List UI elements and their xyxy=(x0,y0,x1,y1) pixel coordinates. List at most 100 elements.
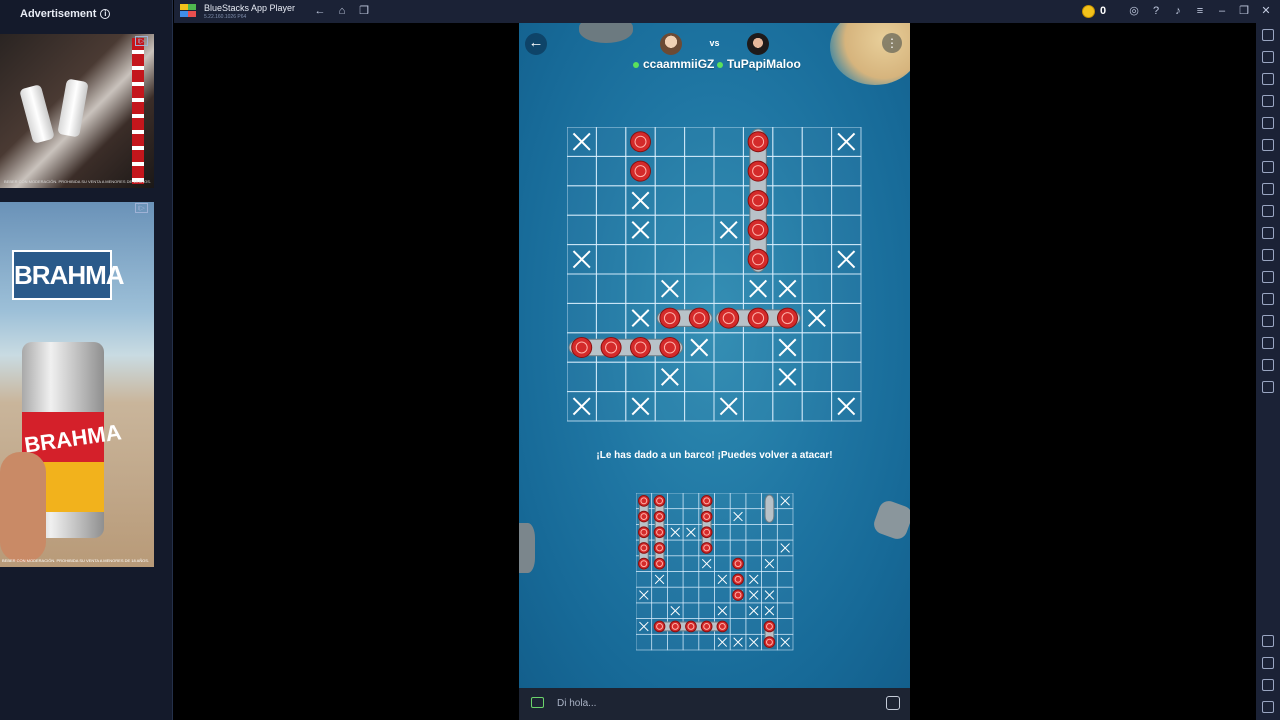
close-icon[interactable]: ✕ xyxy=(1259,4,1273,18)
media-icon[interactable] xyxy=(1262,73,1274,85)
player1-avatar[interactable] xyxy=(660,33,682,55)
home-icon[interactable] xyxy=(1262,679,1274,691)
recents-icon[interactable] xyxy=(1262,701,1274,713)
board-cell[interactable] xyxy=(713,361,744,393)
board-cell[interactable] xyxy=(772,391,803,422)
layers-icon[interactable] xyxy=(1262,359,1274,371)
rotate-icon[interactable] xyxy=(1262,315,1274,327)
board-cell[interactable] xyxy=(713,127,744,157)
board-cell[interactable] xyxy=(625,273,656,304)
chat-icon[interactable] xyxy=(531,697,544,708)
restore-icon[interactable]: ❐ xyxy=(1237,4,1251,18)
board-cell[interactable] xyxy=(801,391,833,422)
board-cell[interactable] xyxy=(595,302,627,334)
player2-avatar[interactable] xyxy=(747,33,769,55)
board-cell[interactable] xyxy=(684,244,715,275)
board-cell[interactable] xyxy=(595,155,627,187)
board-cell[interactable] xyxy=(684,214,715,246)
multi-instance-icon[interactable] xyxy=(1262,293,1274,305)
board-cell[interactable] xyxy=(654,127,686,157)
board-cell[interactable] xyxy=(831,185,862,216)
board-cell[interactable] xyxy=(801,273,833,304)
board-cell[interactable] xyxy=(831,302,862,334)
info-icon[interactable]: i xyxy=(100,9,111,19)
account-icon[interactable]: ◎ xyxy=(1127,4,1141,18)
board-cell[interactable] xyxy=(625,361,656,393)
board-cell[interactable] xyxy=(831,155,862,187)
ad-banner-beer-party[interactable]: BEBER CON MODERACIÓN. PROHIBIDA SU VENTA… xyxy=(0,34,154,188)
board-cell[interactable] xyxy=(713,273,744,304)
board-cell[interactable] xyxy=(595,361,627,393)
board-cell[interactable] xyxy=(713,185,744,216)
sticker-icon[interactable] xyxy=(886,696,900,710)
board-cell[interactable] xyxy=(595,391,627,422)
board-cell[interactable] xyxy=(654,185,686,216)
board-cell[interactable] xyxy=(567,273,597,304)
board-cell[interactable] xyxy=(772,155,803,187)
board-cell[interactable] xyxy=(801,185,833,216)
board-cell[interactable] xyxy=(801,127,833,157)
board-cell[interactable] xyxy=(567,155,597,187)
board-cell[interactable] xyxy=(684,273,715,304)
board-cell[interactable] xyxy=(654,214,686,246)
board-cell[interactable] xyxy=(595,185,627,216)
board-cell[interactable] xyxy=(772,244,803,275)
board-cell[interactable] xyxy=(801,244,833,275)
board-cell[interactable] xyxy=(595,244,627,275)
board-cell[interactable] xyxy=(567,214,597,246)
location-icon[interactable] xyxy=(1262,271,1274,283)
minimize-icon[interactable]: – xyxy=(1215,4,1229,18)
board-cell[interactable] xyxy=(684,391,715,422)
macro-icon[interactable] xyxy=(1262,117,1274,129)
volume-icon[interactable] xyxy=(1262,51,1274,63)
board-cell[interactable] xyxy=(654,244,686,275)
ad-banner-brahma[interactable]: BRAHMA BRAHMA BEBER CON MODERACIÓN. PROH… xyxy=(0,202,154,567)
coin-icon[interactable] xyxy=(1082,5,1095,18)
board-cell[interactable] xyxy=(831,361,862,393)
recent-apps-icon[interactable]: ❐ xyxy=(357,4,371,18)
record-icon[interactable] xyxy=(1262,227,1274,239)
keyboard-icon[interactable] xyxy=(1262,95,1274,107)
board-cell[interactable] xyxy=(595,273,627,304)
ad-choices-badge[interactable]: i▷ xyxy=(135,203,148,213)
opponent-board[interactable] xyxy=(567,127,862,422)
board-cell[interactable] xyxy=(625,244,656,275)
board-cell[interactable] xyxy=(595,214,627,246)
back-icon[interactable] xyxy=(1262,657,1274,669)
back-arrow-icon[interactable]: ← xyxy=(313,4,327,18)
board-cell[interactable] xyxy=(684,185,715,216)
board-cell[interactable] xyxy=(831,332,862,363)
sync-icon[interactable] xyxy=(1262,139,1274,151)
board-cell[interactable] xyxy=(831,214,862,246)
board-cell[interactable] xyxy=(654,391,686,422)
board-cell[interactable] xyxy=(713,332,744,363)
help-icon[interactable]: ? xyxy=(1149,4,1163,18)
menu-icon[interactable]: ≡ xyxy=(1193,4,1207,18)
board-cell[interactable] xyxy=(801,155,833,187)
board-cell[interactable] xyxy=(684,155,715,187)
board-cell[interactable] xyxy=(801,332,833,363)
chat-input[interactable]: Di hola... xyxy=(557,698,596,709)
board-cell[interactable] xyxy=(567,361,597,393)
board-cell[interactable] xyxy=(595,127,627,157)
fullscreen-icon[interactable] xyxy=(1262,29,1274,41)
board-cell[interactable] xyxy=(772,214,803,246)
board-cell[interactable] xyxy=(801,361,833,393)
performance-icon[interactable] xyxy=(1262,183,1274,195)
home-icon[interactable]: ⌂ xyxy=(335,4,349,18)
eco-mode-icon[interactable] xyxy=(1262,161,1274,173)
board-cell[interactable] xyxy=(713,155,744,187)
board-cell[interactable] xyxy=(684,127,715,157)
board-cell[interactable] xyxy=(772,185,803,216)
shake-icon[interactable] xyxy=(1262,337,1274,349)
board-cell[interactable] xyxy=(684,361,715,393)
notification-bell-icon[interactable]: ♪ xyxy=(1171,4,1185,18)
gallery-icon[interactable] xyxy=(1262,249,1274,261)
ad-choices-badge[interactable]: i▷ xyxy=(135,36,148,46)
board-cell[interactable] xyxy=(742,332,774,363)
board-cell[interactable] xyxy=(742,361,774,393)
board-cell[interactable] xyxy=(654,155,686,187)
screenshot-icon[interactable] xyxy=(1262,205,1274,217)
board-cell[interactable] xyxy=(831,273,862,304)
settings-gear-icon[interactable] xyxy=(1262,635,1274,647)
